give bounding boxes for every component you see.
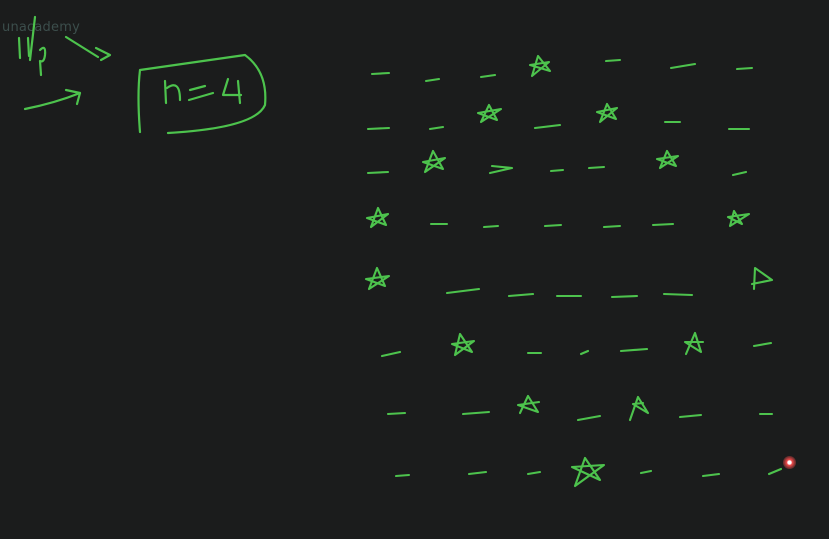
dash-r7-c2 [461,410,491,416]
star-r5-c1 [364,266,391,291]
star-r2-c3 [476,103,503,124]
dash-r8-c6 [701,472,721,478]
dash-r5-c6 [662,292,694,297]
dash-r8-c3 [526,470,542,476]
dash-r3-c4 [549,168,565,173]
star-r6-c6 [683,331,705,356]
dash-r4-c3 [482,224,500,229]
dash-r5-c3 [507,292,535,298]
arrow-icon [23,88,82,111]
dash-r8-c2 [467,470,488,476]
star-r7-c3 [516,394,541,415]
dash-r2-c1 [366,126,391,131]
star-r6-c2 [450,332,476,357]
star-r4-c7 [726,209,751,228]
dash-r4-c6 [651,222,675,227]
dash-r4-c5 [602,224,622,229]
dash-r6-c5 [619,347,649,353]
dash-r7-c1 [386,411,407,416]
dash-r8-c5 [639,469,653,475]
dash-r1-c5 [604,58,622,63]
dash-r3-c7 [731,170,748,177]
dash-r2-c4 [533,123,562,130]
handwriting-layer [17,15,783,488]
dash-r1-c3 [479,73,497,79]
dash-r1-c7 [735,66,754,71]
star-r2-c5 [595,102,619,124]
star-r4-c1 [365,206,390,229]
dash-r5-c2 [445,287,481,295]
whiteboard-canvas[interactable]: unacademy [0,0,829,539]
laser-pointer [783,456,796,469]
dash-r5-c5 [610,294,639,299]
dash-r8-c7 [767,467,783,476]
dash-r3-c5 [587,165,606,170]
dash-r6-c4 [579,349,590,356]
dash-r6-c1 [380,350,402,358]
star-r5-c7 [750,266,774,291]
dash-r4-c4 [543,223,563,228]
dash-r3-c1 [366,170,390,175]
star-r8-c4 [570,456,606,488]
dash-r6-c7 [752,341,773,348]
dash-r1-c2 [424,77,441,83]
dash-r2-c2 [428,125,445,131]
star-r7-c5 [628,395,650,422]
dash-r8-c1 [394,473,411,478]
star-pattern-drawing [364,54,783,488]
dash-r1-c6 [669,62,697,70]
star-r3-c2 [421,149,447,174]
n-equals-4-box [137,53,267,135]
input-label-handwriting [17,15,112,77]
star-r3-c6 [655,149,680,170]
dash-r3-c3 [488,164,514,175]
star-r1-c4 [528,54,552,78]
dash-r1-c1 [370,71,391,76]
dash-r7-c4 [576,414,602,422]
dash-r7-c6 [678,413,703,419]
